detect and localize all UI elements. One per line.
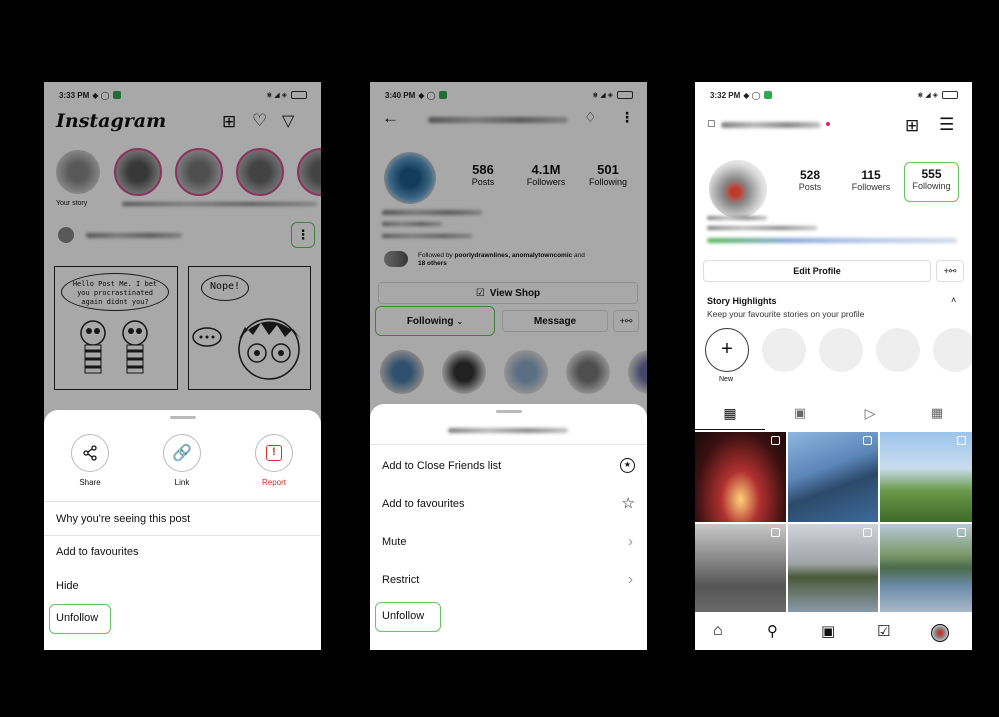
menu-hide[interactable]: Hide xyxy=(56,580,309,592)
home-icon[interactable]: ⌂ xyxy=(713,622,723,640)
username-redacted[interactable] xyxy=(721,122,821,128)
multi-photo-icon xyxy=(863,528,872,537)
stat-value: 555 xyxy=(921,167,942,181)
notification-icons: ◆ ◯ xyxy=(743,90,761,100)
share-label: Share xyxy=(79,478,101,487)
report-label: Report xyxy=(261,478,286,487)
link-icon: 🔗 xyxy=(163,434,201,472)
sheet-divider xyxy=(44,501,321,502)
menu-unfollow[interactable]: Unfollow xyxy=(49,604,111,634)
highlights-title: Story Highlights xyxy=(707,296,777,306)
menu-why-seeing-post[interactable]: Why you're seeing this post xyxy=(56,513,309,525)
highlight-placeholder xyxy=(819,328,863,372)
stat-value: 528 xyxy=(799,168,821,182)
grid-post-lake[interactable] xyxy=(880,524,972,612)
following-options-sheet: Add to Close Friends list ★ Add to favou… xyxy=(370,404,647,650)
grid-post-concert[interactable] xyxy=(695,432,786,522)
status-bar: 3:32 PM ◆ ◯ ⋇ ◢ ◈ xyxy=(710,88,958,102)
multi-photo-icon xyxy=(957,436,966,445)
link-label: Link xyxy=(174,478,190,487)
multi-photo-icon xyxy=(957,528,966,537)
highlight-placeholder xyxy=(762,328,806,372)
battery-icon xyxy=(942,91,958,99)
profile-avatar-icon[interactable] xyxy=(931,624,949,642)
shop-icon[interactable]: ☑ xyxy=(877,622,890,640)
sheet-drag-handle[interactable] xyxy=(169,416,196,419)
username-redacted xyxy=(448,428,568,433)
search-icon[interactable]: ⚲ xyxy=(767,622,778,640)
bottom-nav: ⌂ ⚲ ▣ ☑ xyxy=(695,614,972,650)
tab-reels[interactable]: ▣ xyxy=(765,400,835,430)
discover-people-icon[interactable]: +⚯ xyxy=(936,260,964,282)
phone-screen-profile-following: 3:40 PM ◆ ◯ ⋇ ◢ ◈ ← ♢ ⋮ 586 Posts 4.1M Fo… xyxy=(370,82,647,650)
lock-icon: ▢ xyxy=(707,118,716,128)
stat-following[interactable]: 555 Following xyxy=(904,162,959,202)
bio-redacted xyxy=(707,226,817,230)
bio-redacted xyxy=(707,216,767,220)
grid-post-park[interactable] xyxy=(880,432,972,522)
tab-videos[interactable]: ▷ xyxy=(835,400,905,430)
tab-grid[interactable]: ▦ xyxy=(695,400,765,430)
stat-label: Followers xyxy=(851,182,891,192)
menu-add-to-close-friends[interactable]: Add to Close Friends list ★ xyxy=(382,458,635,473)
stat-label: Following xyxy=(912,181,951,191)
grid-post-river[interactable] xyxy=(788,524,878,612)
chevron-right-icon: › xyxy=(628,571,633,588)
new-highlight-label: New xyxy=(719,376,734,383)
stat-posts[interactable]: 528 Posts xyxy=(789,168,831,192)
stat-followers[interactable]: 115 Followers xyxy=(845,168,897,192)
tab-tagged[interactable]: ▦ xyxy=(902,400,972,430)
reels-icon[interactable]: ▣ xyxy=(821,622,835,640)
menu-unfollow[interactable]: Unfollow xyxy=(375,602,441,632)
phone-screen-own-profile: 3:32 PM ◆ ◯ ⋇ ◢ ◈ ▢ ⊞ ☰ 528 Posts 115 Fol… xyxy=(695,82,972,650)
bio-link-redacted xyxy=(707,238,957,243)
collapse-chevron-icon[interactable]: ˄ xyxy=(951,295,956,305)
highlight-placeholder xyxy=(933,328,972,372)
sheet-drag-handle[interactable] xyxy=(495,410,522,413)
new-post-icon[interactable]: ⊞ xyxy=(905,116,919,136)
edit-profile-button[interactable]: Edit Profile xyxy=(703,260,931,282)
menu-restrict[interactable]: Restrict › xyxy=(382,571,635,588)
menu-mute[interactable]: Mute › xyxy=(382,533,635,550)
stat-value: 115 xyxy=(861,168,881,182)
menu-add-to-favourites[interactable]: Add to favourites ☆ xyxy=(382,495,635,512)
notification-dot xyxy=(826,122,830,126)
star-circle-icon: ★ xyxy=(620,458,635,473)
chevron-right-icon: › xyxy=(628,533,633,550)
app-notification-icon xyxy=(763,91,772,99)
link-action[interactable]: 🔗 Link xyxy=(160,434,204,487)
grid-post-castle[interactable] xyxy=(695,524,786,612)
profile-tab-bar: ▦ ▣ ▷ ▦ xyxy=(695,400,972,430)
phone-screen-feed: 3:33 PM ◆ ◯ ⋇ ◢ ◈ Instagram ⊞ ♡ ▽ Your st… xyxy=(44,82,321,650)
highlights-subtitle: Keep your favourite stories on your prof… xyxy=(707,309,865,319)
post-grid xyxy=(695,432,972,612)
signal-icon: ⋇ ◢ ◈ xyxy=(917,92,938,99)
multi-photo-icon xyxy=(863,436,872,445)
grid-post-cliffs[interactable] xyxy=(788,432,878,522)
profile-avatar[interactable] xyxy=(709,160,767,218)
sheet-divider xyxy=(44,535,321,536)
new-highlight-button[interactable]: + xyxy=(705,328,749,372)
post-options-sheet: Share 🔗 Link ! Report Why you're seeing … xyxy=(44,410,321,650)
status-time: 3:32 PM xyxy=(710,90,741,100)
sheet-divider xyxy=(370,444,647,445)
share-icon xyxy=(71,434,109,472)
hamburger-menu-icon[interactable]: ☰ xyxy=(939,115,954,135)
menu-add-to-favourites[interactable]: Add to favourites xyxy=(56,546,309,558)
multi-photo-icon xyxy=(771,528,780,537)
multi-photo-icon xyxy=(771,436,780,445)
share-action[interactable]: Share xyxy=(68,434,112,487)
report-action[interactable]: ! Report xyxy=(252,434,296,487)
star-icon: ☆ xyxy=(621,495,635,512)
stat-label: Posts xyxy=(798,182,822,192)
report-icon: ! xyxy=(255,434,293,472)
highlight-placeholder xyxy=(876,328,920,372)
